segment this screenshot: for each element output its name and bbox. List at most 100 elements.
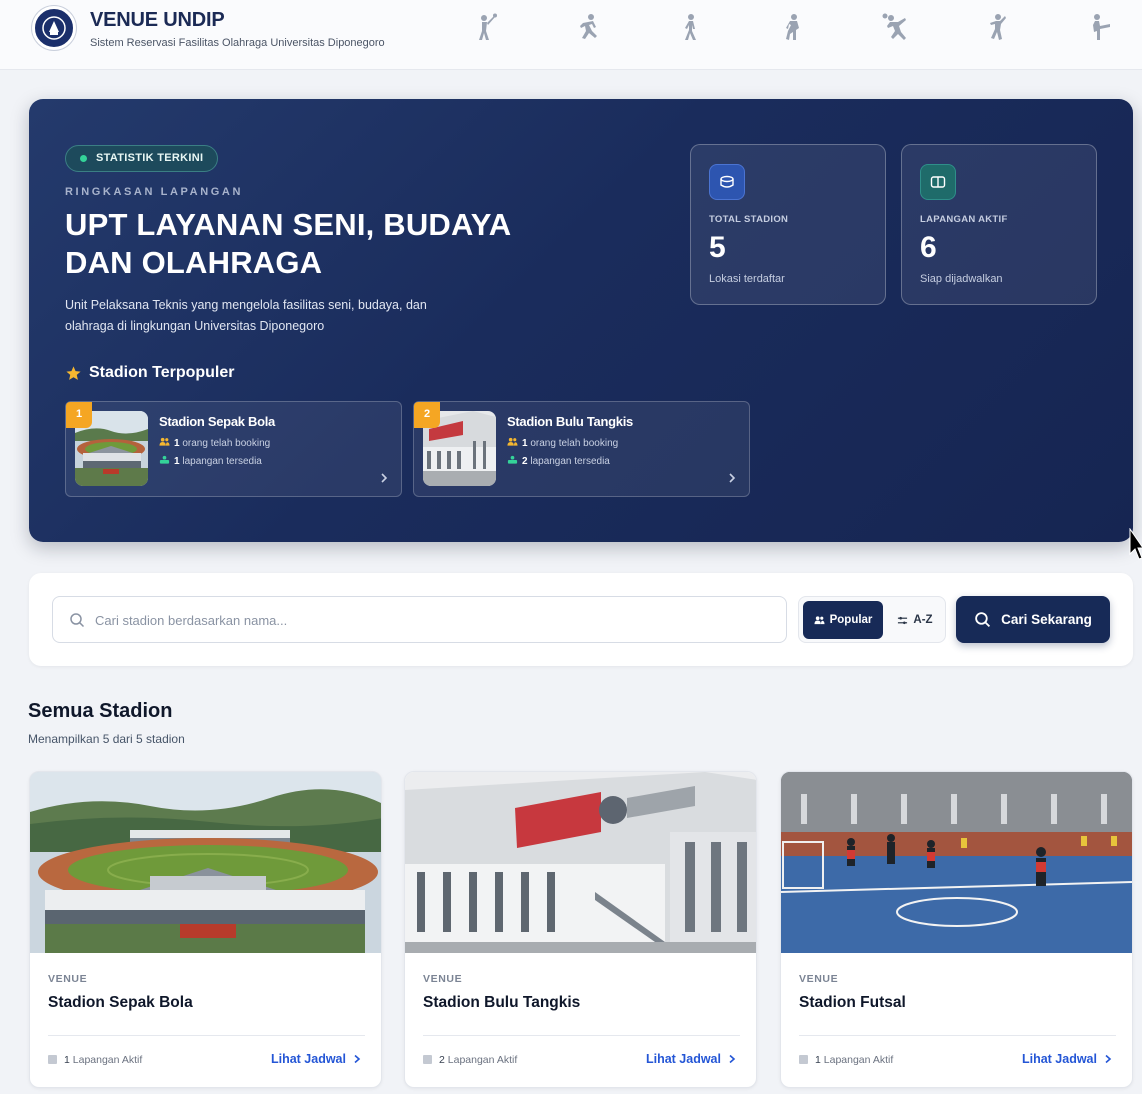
venue-court-text: Lapangan Aktif (447, 1054, 518, 1066)
divider (423, 1035, 740, 1036)
view-schedule-label: Lihat Jadwal (270, 1052, 346, 1066)
view-schedule-link[interactable]: Lihat Jadwal (271, 1052, 361, 1066)
popular-card[interactable]: 2 Stadion Bulu Tangkis 1 orang telah boo… (413, 401, 750, 497)
venue-court-text: Lapangan Aktif (72, 1054, 143, 1066)
court-count-value: 1 (174, 456, 180, 467)
chevron-right-icon (729, 1054, 736, 1064)
venue-kicker: VENUE (423, 973, 463, 985)
venue-card[interactable]: VENUE Stadion Bulu Tangkis 2 Lapangan Ak… (404, 771, 757, 1088)
venue-photo (405, 772, 756, 953)
runner-icon (572, 12, 604, 44)
users-icon (507, 437, 518, 446)
stat-card-total-stadion: TOTAL STADION 5 Lokasi terdaftar (690, 144, 886, 305)
undip-logo[interactable] (32, 6, 76, 50)
brand-title[interactable]: VENUE UNDIP (90, 9, 225, 32)
stat-value: 5 (709, 231, 726, 264)
kick-icon (1083, 12, 1115, 44)
sort-az-button[interactable]: A-Z (887, 601, 943, 639)
hero-description: Unit Pelaksana Teknis yang mengelola fas… (65, 298, 427, 333)
stat-subtext: Siap dijadwalkan (920, 273, 1003, 285)
top-header: VENUE UNDIP Sistem Reservasi Fasilitas O… (0, 0, 1142, 70)
stat-label: TOTAL STADION (709, 214, 789, 225)
search-icon (70, 613, 85, 628)
divider (799, 1035, 1116, 1036)
chevron-right-icon (729, 473, 736, 483)
venue-name: Stadion Sepak Bola (48, 994, 193, 1011)
chevron-right-icon (1105, 1054, 1112, 1064)
hero-kicker: RINGKASAN LAPANGAN (65, 186, 243, 198)
court-count: 1 lapangan tersedia (159, 455, 262, 467)
search-box[interactable] (52, 596, 787, 643)
court-icon (920, 164, 956, 200)
mouse-cursor-icon (1129, 528, 1142, 560)
stat-subtext: Lokasi terdaftar (709, 273, 785, 285)
star-icon (66, 366, 81, 380)
rank-badge: 2 (414, 402, 440, 428)
venue-court-count: 2 Lapangan Aktif (423, 1054, 517, 1066)
venue-court-count: 1 Lapangan Aktif (799, 1054, 893, 1066)
divider (48, 1035, 365, 1036)
sort-icon (898, 616, 908, 624)
search-submit-label: Cari Sekarang (1001, 612, 1092, 627)
booking-count: 1 orang telah booking (159, 437, 270, 449)
basketball-player-icon (879, 12, 911, 44)
stat-label: LAPANGAN AKTIF (920, 214, 1008, 225)
view-schedule-link[interactable]: Lihat Jadwal (646, 1052, 736, 1066)
court-small-icon (507, 455, 518, 464)
badminton-player-icon (470, 12, 502, 44)
badge-label: STATISTIK TERKINI (96, 152, 204, 164)
court-count: 2 lapangan tersedia (507, 455, 610, 467)
popular-stadium-name: Stadion Sepak Bola (159, 414, 275, 429)
stat-card-lapangan-aktif: LAPANGAN AKTIF 6 Siap dijadwalkan (901, 144, 1097, 305)
booking-count-text: orang telah booking (182, 438, 271, 449)
stat-value: 6 (920, 231, 937, 264)
search-submit-button[interactable]: Cari Sekarang (956, 596, 1110, 643)
swimmer-icon (777, 12, 809, 44)
court-small-icon (159, 455, 170, 464)
booking-count: 1 orang telah booking (507, 437, 618, 449)
database-icon (709, 164, 745, 200)
sort-toggle: Popular A-Z (798, 596, 946, 643)
hero-title: UPT LAYANAN SENI, BUDAYA DAN OLAHRAGA (65, 207, 511, 280)
venue-court-value: 2 (439, 1054, 445, 1066)
popular-card[interactable]: 1 Stadion Sepak Bola 1 orang telah booki… (65, 401, 402, 497)
popular-stadium-name: Stadion Bulu Tangkis (507, 414, 633, 429)
booking-count-value: 1 (174, 438, 180, 449)
search-panel: Popular A-Z Cari Sekarang (29, 573, 1133, 666)
live-dot-icon (80, 155, 87, 162)
sort-popular-label: Popular (829, 614, 873, 626)
view-schedule-label: Lihat Jadwal (645, 1052, 721, 1066)
venue-court-value: 1 (815, 1054, 821, 1066)
court-square-icon (799, 1055, 808, 1064)
court-count-text: lapangan tersedia (182, 456, 262, 467)
sort-popular-button[interactable]: Popular (803, 601, 883, 639)
court-square-icon (48, 1055, 57, 1064)
sport-icons-strip (470, 12, 1120, 46)
hero-banner: STATISTIK TERKINI RINGKASAN LAPANGAN UPT… (29, 99, 1133, 542)
users-icon (814, 615, 825, 624)
booking-count-text: orang telah booking (530, 438, 619, 449)
logo-emblem-icon (42, 16, 66, 40)
view-schedule-link[interactable]: Lihat Jadwal (1022, 1052, 1112, 1066)
venue-court-text: Lapangan Aktif (823, 1054, 894, 1066)
section-subtitle: Menampilkan 5 dari 5 stadion (28, 732, 185, 746)
walker-icon (675, 12, 707, 44)
chevron-right-icon (381, 473, 388, 483)
venue-card[interactable]: VENUE Stadion Sepak Bola 1 Lapangan Akti… (29, 771, 382, 1088)
venue-court-count: 1 Lapangan Aktif (48, 1054, 142, 1066)
section-title: Semua Stadion (28, 700, 173, 722)
venue-court-value: 1 (64, 1054, 70, 1066)
court-count-text: lapangan tersedia (530, 456, 610, 467)
view-schedule-label: Lihat Jadwal (1021, 1052, 1097, 1066)
court-square-icon (423, 1055, 432, 1064)
venue-kicker: VENUE (48, 973, 88, 985)
search-icon (975, 612, 991, 628)
rank-badge: 1 (66, 402, 92, 428)
sort-az-label: A-Z (913, 614, 933, 626)
brand-subtitle: Sistem Reservasi Fasilitas Olahraga Univ… (90, 37, 385, 49)
status-badge: STATISTIK TERKINI (65, 145, 219, 172)
venue-card[interactable]: VENUE Stadion Futsal 1 Lapangan Aktif Li… (780, 771, 1133, 1088)
popular-title: Stadion Terpopuler (89, 364, 235, 381)
search-input[interactable] (95, 607, 775, 633)
booking-count-value: 1 (522, 438, 528, 449)
